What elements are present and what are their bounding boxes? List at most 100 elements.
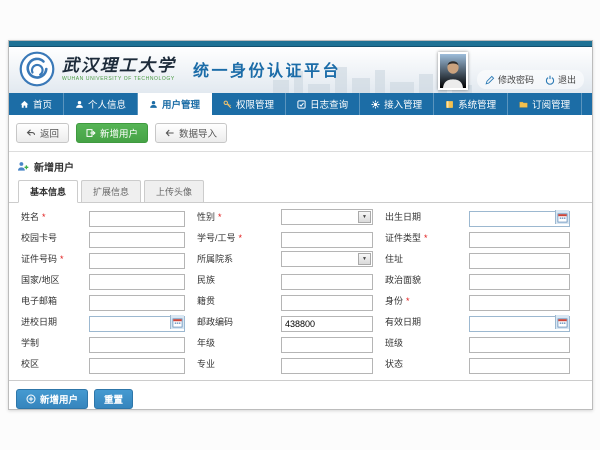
toolbar: 返回 新增用户 数据导入 bbox=[9, 115, 592, 152]
name-input[interactable] bbox=[89, 211, 185, 227]
change-password-button[interactable]: 修改密码 bbox=[485, 73, 534, 86]
required-asterisk: * bbox=[218, 212, 222, 222]
calendar-icon[interactable] bbox=[555, 210, 569, 224]
label-country-region: 国家/地区 bbox=[21, 272, 77, 290]
required-asterisk: * bbox=[424, 233, 428, 243]
book-icon bbox=[445, 100, 454, 109]
id-number-input[interactable] bbox=[89, 253, 185, 269]
person-add-icon bbox=[17, 161, 29, 172]
ethnicity-input[interactable] bbox=[281, 274, 373, 290]
identity-input[interactable] bbox=[469, 295, 570, 311]
gear-icon bbox=[371, 100, 380, 109]
field-identity bbox=[469, 293, 570, 311]
folder-icon bbox=[519, 100, 528, 109]
required-asterisk: * bbox=[42, 212, 46, 222]
field-campus-card-no bbox=[89, 230, 185, 248]
country-region-input[interactable] bbox=[89, 274, 185, 290]
nav-item-home[interactable]: 首页 bbox=[9, 93, 64, 115]
logout-button[interactable]: 退出 bbox=[545, 73, 576, 86]
label-grade: 年级 bbox=[197, 335, 269, 353]
label-id-type: 证件类型* bbox=[385, 230, 457, 248]
university-name-block: 武汉理工大学 WUHAN UNIVERSITY OF TECHNOLOGY bbox=[62, 57, 176, 82]
field-ethnicity bbox=[281, 272, 373, 290]
field-gender: ▼ bbox=[281, 209, 373, 227]
tab-basic-info[interactable]: 基本信息 bbox=[18, 180, 78, 203]
label-valid-date: 有效日期 bbox=[385, 314, 457, 332]
nav-item-system-mgmt[interactable]: 系统管理 bbox=[434, 93, 508, 115]
address-input[interactable] bbox=[469, 253, 570, 269]
nav-item-user-mgmt[interactable]: 用户管理 bbox=[138, 93, 212, 115]
data-import-button[interactable]: 数据导入 bbox=[155, 123, 227, 143]
nav-item-label: 首页 bbox=[33, 97, 52, 111]
nav-item-log-query[interactable]: 日志查询 bbox=[286, 93, 360, 115]
political-status-input[interactable] bbox=[469, 274, 570, 290]
nav-item-label: 个人信息 bbox=[88, 97, 126, 111]
user-avatar bbox=[438, 52, 468, 90]
nav-item-profile[interactable]: 个人信息 bbox=[64, 93, 138, 115]
education-system-input[interactable] bbox=[89, 337, 185, 353]
label-email: 电子邮箱 bbox=[21, 293, 77, 311]
id-type-input[interactable] bbox=[469, 232, 570, 248]
nav-item-subscription-mgmt[interactable]: 订阅管理 bbox=[508, 93, 582, 115]
logout-label: 退出 bbox=[558, 73, 576, 86]
university-logo-icon bbox=[19, 51, 55, 87]
status-input[interactable] bbox=[469, 358, 570, 374]
label-ethnicity: 民族 bbox=[197, 272, 269, 290]
nav-item-label: 接入管理 bbox=[384, 97, 422, 111]
user-icon bbox=[149, 100, 158, 109]
grade-input[interactable] bbox=[281, 337, 373, 353]
label-campus: 校区 bbox=[21, 356, 77, 374]
back-button[interactable]: 返回 bbox=[16, 123, 69, 143]
calendar-icon[interactable] bbox=[555, 315, 569, 329]
header-user-area: 修改密码 退出 bbox=[438, 54, 584, 90]
label-address: 住址 bbox=[385, 251, 457, 269]
field-country-region bbox=[89, 272, 185, 290]
university-name-en: WUHAN UNIVERSITY OF TECHNOLOGY bbox=[62, 76, 176, 82]
add-user-toolbar-button[interactable]: 新增用户 bbox=[76, 123, 148, 143]
label-education-system: 学制 bbox=[21, 335, 77, 353]
field-birth-date bbox=[469, 209, 570, 227]
gender-select[interactable]: ▼ bbox=[281, 209, 373, 225]
major-input[interactable] bbox=[281, 358, 373, 374]
nav-bar: 首页 个人信息 用户管理权限管理日志查询 接入管理系统管理订阅管理 bbox=[9, 93, 592, 115]
label-major: 专业 bbox=[197, 356, 269, 374]
nav-item-permission-mgmt[interactable]: 权限管理 bbox=[212, 93, 286, 115]
reset-button[interactable]: 重置 bbox=[94, 389, 133, 409]
calendar-icon[interactable] bbox=[170, 315, 184, 329]
field-entry-date bbox=[89, 314, 185, 332]
import-arrow-icon bbox=[165, 128, 175, 138]
nav-item-label: 用户管理 bbox=[162, 97, 200, 111]
label-postal-code: 邮政编码 bbox=[197, 314, 269, 332]
app-window: 武汉理工大学 WUHAN UNIVERSITY OF TECHNOLOGY 统一… bbox=[8, 40, 593, 410]
tab-extended-info[interactable]: 扩展信息 bbox=[81, 180, 141, 203]
field-native-place bbox=[281, 293, 373, 311]
user-icon bbox=[75, 100, 84, 109]
field-postal-code bbox=[281, 314, 373, 332]
field-email bbox=[89, 293, 185, 311]
postal-code-input[interactable] bbox=[281, 316, 373, 332]
basic-info-panel: 姓名*性别*▼出生日期校园卡号学号/工号*证件类型*证件号码*所属院系▼住址国家… bbox=[9, 202, 592, 381]
field-name bbox=[89, 209, 185, 227]
back-arrow-icon bbox=[26, 128, 36, 138]
section-title: 新增用户 bbox=[34, 159, 74, 174]
field-id-type bbox=[469, 230, 570, 248]
campus-input[interactable] bbox=[89, 358, 185, 374]
tab-upload-avatar[interactable]: 上传头像 bbox=[144, 180, 204, 203]
email-input[interactable] bbox=[89, 295, 185, 311]
class-input[interactable] bbox=[469, 337, 570, 353]
pencil-icon bbox=[485, 75, 495, 85]
section-header: 新增用户 bbox=[9, 152, 592, 179]
student-worker-id-input[interactable] bbox=[281, 232, 373, 248]
field-class bbox=[469, 335, 570, 353]
content-area: 返回 新增用户 数据导入 新增用户 基本信息扩展信息上传头像 姓名*性别*▼出生… bbox=[9, 115, 592, 410]
form-actions: 新增用户 重置 bbox=[9, 381, 592, 410]
add-user-submit-button[interactable]: 新增用户 bbox=[16, 389, 88, 409]
nav-item-access-mgmt[interactable]: 接入管理 bbox=[360, 93, 434, 115]
plus-circle-icon bbox=[26, 394, 36, 404]
field-political-status bbox=[469, 272, 570, 290]
university-name: 武汉理工大学 bbox=[62, 57, 176, 75]
native-place-input[interactable] bbox=[281, 295, 373, 311]
power-icon bbox=[545, 75, 555, 85]
department-select[interactable]: ▼ bbox=[281, 251, 373, 267]
campus-card-no-input[interactable] bbox=[89, 232, 185, 248]
